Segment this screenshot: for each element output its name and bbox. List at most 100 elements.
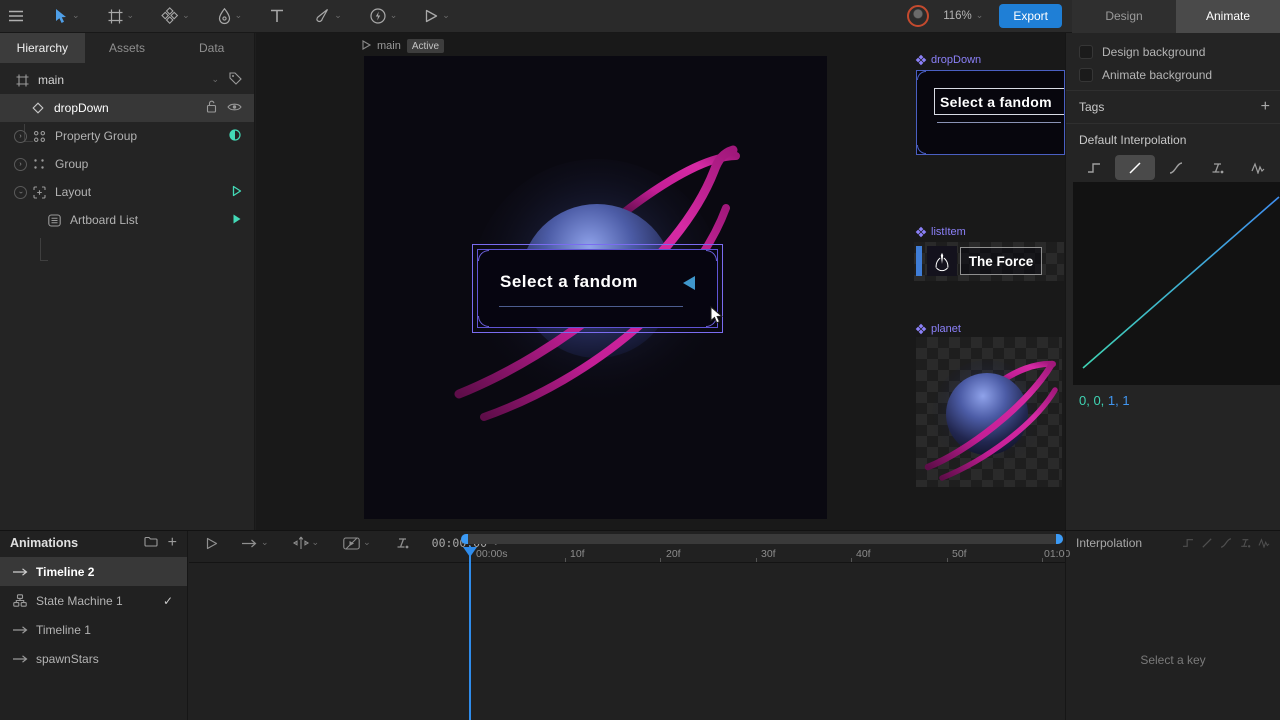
artboard-name[interactable]: main: [377, 40, 401, 52]
component-name: planet: [931, 323, 961, 335]
hierarchy-tree: main ⌄ dropDown › Property Group: [0, 66, 254, 234]
animation-name: Timeline 2: [36, 565, 94, 579]
range-end-handle[interactable]: [1056, 534, 1063, 544]
animation-name: spawnStars: [36, 652, 99, 666]
interp-cubic-button[interactable]: [1156, 155, 1196, 180]
top-toolbar: ⌄ ⌄ ⌄ ⌄ ⌄ ⌄ ⌄: [0, 0, 1280, 33]
solo-outline-icon[interactable]: [232, 185, 242, 200]
main-menu-button[interactable]: [0, 0, 32, 33]
animate-background-option[interactable]: Animate background: [1079, 68, 1212, 82]
interp-cubic-hold-icon[interactable]: [1239, 538, 1251, 548]
chevron-down-icon[interactable]: ⌄: [182, 12, 190, 21]
animation-row-statemachine1[interactable]: State Machine 1 ✓: [0, 586, 187, 615]
bezier-out-values: 1, 1: [1108, 393, 1130, 408]
artboard-icon: [14, 74, 30, 87]
add-tag-button[interactable]: +: [1261, 99, 1270, 115]
mouse-cursor: [710, 306, 724, 324]
chevron-down-icon[interactable]: ⌄: [334, 12, 342, 21]
chevron-down-icon[interactable]: ⌄: [235, 12, 243, 21]
expand-chevron-icon[interactable]: ›: [14, 130, 27, 143]
solo-filled-icon[interactable]: [232, 213, 242, 228]
user-avatar[interactable]: [907, 5, 929, 27]
canvas-dropdown[interactable]: Select a fandom: [472, 244, 723, 333]
new-folder-button[interactable]: [144, 536, 158, 550]
component-label-dropdown[interactable]: dropDown: [916, 54, 981, 66]
interp-linear-button[interactable]: [1115, 155, 1155, 180]
play-tool-button[interactable]: ⌄: [417, 0, 458, 33]
transform-tool-button[interactable]: ⌄: [154, 0, 198, 33]
chevron-down-icon[interactable]: ⌄: [127, 12, 135, 21]
zoom-control[interactable]: 116% ⌄: [943, 10, 983, 22]
corner-ornament: [706, 250, 717, 261]
add-animation-button[interactable]: +: [168, 534, 177, 552]
dropdown-arrow-icon[interactable]: [683, 276, 695, 290]
playhead-handle[interactable]: [463, 547, 477, 557]
component-label-planet[interactable]: planet: [916, 323, 961, 335]
stage-canvas[interactable]: main Active: [256, 33, 1065, 530]
tree-row-artboard-list[interactable]: Artboard List: [0, 206, 254, 234]
bezier-curve-editor[interactable]: [1073, 182, 1280, 385]
tab-design[interactable]: Design: [1072, 0, 1176, 33]
range-start-handle[interactable]: [461, 534, 468, 544]
interp-linear-icon[interactable]: [1201, 538, 1213, 548]
timeline-ruler[interactable]: 00:00s 10f 20f 30f 40f 50f 01:00: [189, 546, 1065, 563]
timeline-range-scrollbar[interactable]: [461, 534, 1063, 544]
chevron-down-icon[interactable]: ⌄: [442, 12, 450, 21]
interp-hold-button[interactable]: [1074, 155, 1114, 180]
inspector-panel: Design background Animate background Tag…: [1065, 33, 1280, 530]
artboard-tool-button[interactable]: ⌄: [100, 0, 143, 33]
animation-row-timeline1[interactable]: Timeline 1: [0, 615, 187, 644]
actions-tool-button[interactable]: ⌄: [362, 0, 406, 33]
tree-row-dropdown[interactable]: dropDown: [0, 94, 254, 122]
expand-chevron-icon[interactable]: ›: [14, 158, 27, 171]
artboard-icon: [108, 9, 123, 24]
playhead-line[interactable]: [469, 546, 471, 720]
tab-hierarchy[interactable]: Hierarchy: [0, 33, 85, 63]
play-icon: [425, 9, 438, 23]
tree-row-group[interactable]: › Group: [0, 150, 254, 178]
tree-row-main[interactable]: main ⌄: [0, 66, 254, 94]
interp-cubic-hold-button[interactable]: [1197, 155, 1237, 180]
component-label-listitem[interactable]: listItem: [916, 226, 966, 238]
tree-row-layout[interactable]: › Layout: [0, 178, 254, 206]
lock-icon[interactable]: [206, 100, 217, 116]
chevron-down-icon[interactable]: ⌄: [211, 76, 219, 85]
checkbox-icon[interactable]: [1079, 45, 1093, 59]
preview-dropdown-artboard[interactable]: Select a fandom: [916, 70, 1065, 155]
interp-elastic-icon[interactable]: [1258, 538, 1270, 548]
main-artboard[interactable]: Select a fandom: [364, 56, 827, 519]
interp-elastic-button[interactable]: [1238, 155, 1278, 180]
preview-listitem-artboard[interactable]: The Force: [914, 242, 1064, 281]
brush-tool-button[interactable]: ⌄: [306, 0, 350, 33]
chevron-down-icon[interactable]: ⌄: [72, 12, 80, 21]
tag-icon[interactable]: [229, 72, 242, 88]
preview-planet-artboard[interactable]: [916, 337, 1062, 487]
key-interpolation-panel: Interpolation Select a key: [1065, 531, 1280, 720]
data-bind-toggle-icon[interactable]: [228, 129, 242, 144]
collapse-chevron-icon[interactable]: ›: [14, 186, 27, 199]
tab-animate[interactable]: Animate: [1176, 0, 1280, 33]
play-small-icon[interactable]: [362, 39, 371, 53]
pen-tool-button[interactable]: ⌄: [210, 0, 251, 33]
tab-assets[interactable]: Assets: [85, 33, 170, 63]
select-tool-button[interactable]: ⌄: [46, 0, 88, 33]
interpolation-empty-state: Select a key: [1066, 653, 1280, 667]
design-background-option[interactable]: Design background: [1079, 45, 1205, 59]
export-button[interactable]: Export: [999, 4, 1062, 28]
chevron-down-icon[interactable]: ⌄: [390, 12, 398, 21]
tree-label: main: [38, 73, 64, 87]
checkbox-icon[interactable]: [1079, 68, 1093, 82]
interpolation-type-icons-disabled: [1182, 538, 1270, 548]
active-badge: Active: [407, 39, 444, 53]
animation-row-timeline2[interactable]: Timeline 2: [0, 557, 187, 586]
interp-hold-icon[interactable]: [1182, 538, 1194, 548]
text-tool-button[interactable]: [262, 0, 292, 33]
animation-name: State Machine 1: [36, 594, 123, 608]
animation-row-spawnstars[interactable]: spawnStars: [0, 644, 187, 673]
eye-icon[interactable]: [227, 101, 242, 115]
tree-row-property-group[interactable]: › Property Group: [0, 122, 254, 150]
tab-data[interactable]: Data: [169, 33, 254, 63]
dropdown-placeholder-text: Select a fandom: [500, 272, 638, 292]
interp-cubic-icon[interactable]: [1220, 538, 1232, 548]
ruler-tick: 10f: [570, 548, 585, 560]
